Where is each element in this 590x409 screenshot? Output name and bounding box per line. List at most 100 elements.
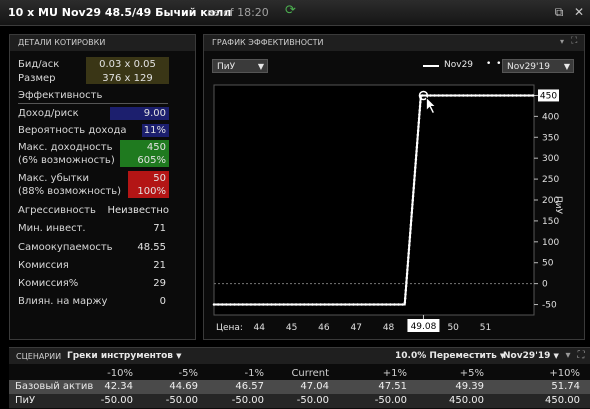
chart-panel-header: ГРАФИК ЭФФЕКТИВНОСТИ ▾ ⛶: [204, 35, 584, 51]
y-tick-label: 150: [542, 217, 559, 227]
probability-label: Вероятность дохода: [18, 125, 127, 136]
close-icon[interactable]: ✕: [572, 5, 586, 19]
chart-expand-icon[interactable]: ⛶: [571, 36, 577, 46]
legend-period-value: Nov29'19: [507, 62, 550, 72]
legend-period-dropdown[interactable]: Nov29'19 ▼: [502, 59, 574, 73]
x-tick-label: 50: [447, 323, 459, 333]
y-tick-label: 50: [542, 259, 554, 269]
chevron-down-icon: ▼: [257, 62, 264, 71]
chevron-down-icon: ▼: [563, 62, 570, 71]
performance-chart[interactable]: -50050100150200250300350400450ПиУЦена:44…: [204, 77, 584, 339]
chevron-down-icon: ▼: [553, 352, 559, 360]
scenarios-collapse-icon[interactable]: ▾: [562, 350, 574, 362]
x-tick-label: 44: [254, 323, 266, 333]
bid-ask-value: 0.03 x 0.05: [99, 59, 156, 70]
scenario-cell: 450.00: [545, 395, 580, 406]
commission-label: Комиссия: [18, 260, 69, 271]
scenario-cell: 47.04: [300, 381, 329, 392]
shift-dropdown-label: 10.0% Переместить: [395, 351, 497, 361]
quote-panel-header: ДЕТАЛИ КОТИРОВКИ: [10, 35, 195, 51]
min-investment-label: Мин. инвест.: [18, 223, 86, 234]
max-loss-percent: 100%: [137, 186, 166, 197]
y-axis-label: ПиУ: [553, 196, 563, 215]
max-loss-value: 50: [153, 173, 166, 184]
bid-ask-label: Бид/аск: [18, 59, 60, 70]
probability-value: 11%: [143, 125, 166, 136]
income-risk-label: Доход/риск: [18, 108, 79, 119]
margin-impact-label: Влиян. на маржу: [18, 296, 108, 307]
legend-dotted-marker: • •: [486, 59, 503, 69]
scenarios-panel: СЦЕНАРИИ Греки инструментов ▼ 10.0% Пере…: [9, 347, 590, 409]
scenario-cell: -50.00: [296, 395, 329, 406]
expiry-dropdown-label: Nov29'19: [503, 351, 551, 361]
legend-solid-label: Nov29: [444, 60, 474, 70]
cursor-value-text: 450: [540, 91, 557, 101]
scenario-column-header: -5%: [178, 368, 198, 379]
window-title: 10 x MU Nov29 48.5/49 Бычий колл: [8, 6, 232, 19]
shift-dropdown[interactable]: 10.0% Переместить ▼: [395, 351, 505, 361]
x-tick-label: 51: [480, 323, 491, 333]
x-axis-label: Цена:: [216, 323, 243, 333]
efficiency-link[interactable]: Эффективность: [18, 90, 102, 101]
max-return-value: 450: [146, 142, 166, 153]
aggressiveness-label: Агрессивность: [18, 205, 96, 216]
scenario-cell: 46.57: [235, 381, 264, 392]
window-titlebar: 10 x MU Nov29 48.5/49 Бычий колл as of 1…: [0, 0, 590, 26]
max-loss-chance-label: (88% возможность): [18, 186, 122, 197]
commission-percent-value: 29: [153, 278, 166, 289]
refresh-icon[interactable]: ⟳: [285, 4, 299, 18]
scenario-cell: -50.00: [374, 395, 407, 406]
max-loss-label: Макс. убытки: [18, 173, 89, 184]
size-label: Размер: [18, 73, 56, 84]
scenario-column-header: -10%: [107, 368, 133, 379]
x-tick-label: 48: [383, 323, 395, 333]
legend-solid-line: [423, 65, 439, 67]
popout-icon[interactable]: ⧉: [552, 5, 566, 19]
commission-percent-label: Комиссия%: [18, 278, 79, 289]
greeks-dropdown[interactable]: Греки инструментов ▼: [67, 351, 182, 361]
chart-collapse-icon[interactable]: ▾: [560, 37, 564, 46]
scenarios-title: СЦЕНАРИИ: [16, 352, 62, 361]
y-tick-label: 300: [542, 154, 559, 164]
scenario-column-header: -1%: [244, 368, 264, 379]
scenario-cell: 42.34: [104, 381, 133, 392]
scenario-column-header: +10%: [549, 368, 580, 379]
commission-value: 21: [153, 260, 166, 271]
breakeven-label: Самоокупаемость: [18, 242, 113, 253]
min-investment-value: 71: [153, 223, 166, 234]
y-tick-label: 0: [542, 280, 548, 290]
scenario-cell: 450.00: [449, 395, 484, 406]
scenarios-header: СЦЕНАРИИ Греки инструментов ▼ 10.0% Пере…: [9, 348, 590, 364]
quote-panel-title: ДЕТАЛИ КОТИРОВКИ: [18, 38, 106, 47]
scenario-cell: -50.00: [231, 395, 264, 406]
x-tick-label: 45: [286, 323, 297, 333]
y-tick-label: 100: [542, 238, 559, 248]
expiry-dropdown[interactable]: Nov29'19 ▼: [503, 351, 559, 361]
greeks-dropdown-label: Греки инструментов: [67, 351, 173, 361]
max-return-label: Макс. доходность: [18, 142, 113, 153]
y-tick-label: 400: [542, 112, 559, 122]
metric-dropdown-value: ПиУ: [217, 62, 236, 72]
max-return-percent: 605%: [137, 155, 166, 166]
scenario-cell: -50.00: [165, 395, 198, 406]
scenario-row-label: ПиУ: [15, 395, 36, 406]
y-tick-label: 250: [542, 175, 559, 185]
as-of-time: as of 18:20: [207, 6, 269, 19]
scenario-cell: 51.74: [551, 381, 580, 392]
cursor-price-text: 49.08: [411, 322, 437, 332]
chevron-down-icon: ▼: [176, 352, 182, 360]
x-tick-label: 46: [318, 323, 330, 333]
breakeven-value: 48.55: [137, 242, 166, 253]
metric-dropdown[interactable]: ПиУ ▼: [212, 59, 268, 73]
y-tick-label: -50: [542, 301, 557, 311]
scenario-cell: -50.00: [100, 395, 133, 406]
scenario-cell: 44.69: [169, 381, 198, 392]
scenario-column-header: Current: [291, 368, 329, 379]
margin-impact-value: 0: [159, 296, 166, 307]
aggressiveness-value: Неизвестно: [107, 205, 169, 216]
plot-area: [213, 84, 535, 316]
scenarios-expand-icon[interactable]: ⛶: [575, 350, 587, 362]
divider: [18, 103, 168, 104]
y-tick-label: 350: [542, 133, 559, 143]
quote-details-panel: ДЕТАЛИ КОТИРОВКИ Бид/аск 0.03 x 0.05 Раз…: [9, 34, 196, 340]
